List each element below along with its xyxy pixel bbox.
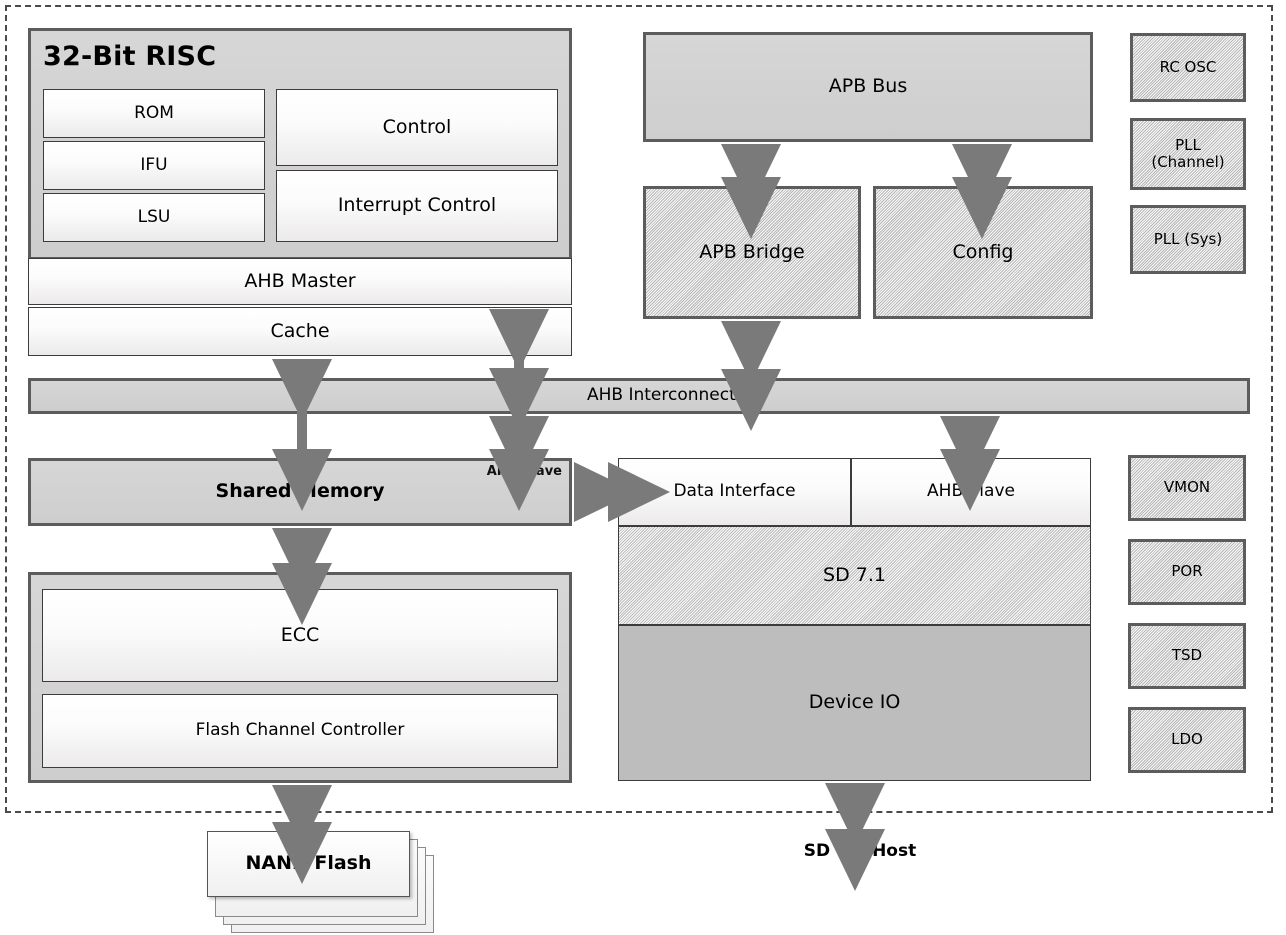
analog-block-por-label: POR [1171, 562, 1203, 581]
clock-block-rc-osc: RC OSC [1130, 33, 1246, 102]
flash-block-ecc-label: ECC [280, 623, 320, 646]
apb-config: Config [873, 186, 1093, 319]
shared-memory-block: Shared Memory AHB Slave [28, 458, 572, 526]
cpu-block-cache: Cache [28, 307, 572, 356]
analog-block-tsd: TSD [1128, 623, 1246, 689]
clock-block-pll-channel-label-line2: (Channel) [1151, 153, 1225, 171]
cpu-block-interrupt-control: Interrupt Control [276, 170, 558, 242]
ahb-interconnect-bar: AHB Interconnect [28, 378, 1250, 414]
ahb-interconnect-label: AHB Interconnect [587, 385, 736, 406]
sd-core-block: SD 7.1 [618, 526, 1091, 625]
cpu-block-rom-label: ROM [134, 102, 174, 123]
cpu-block-ahb-master: AHB Master [28, 258, 572, 305]
clock-block-pll-channel-label-line1: PLL [1175, 135, 1201, 154]
shared-memory-label: Shared Memory [215, 480, 385, 503]
sd-data-interface: Data Interface [618, 458, 851, 526]
apb-bridge: APB Bridge [643, 186, 861, 319]
cpu-block-cache-label: Cache [270, 319, 330, 342]
analog-block-ldo: LDO [1128, 707, 1246, 773]
apb-bridge-label: APB Bridge [699, 240, 805, 263]
sd-device-io-block: Device IO [618, 625, 1091, 781]
apb-config-label: Config [952, 240, 1014, 263]
flash-block-ecc: ECC [42, 589, 558, 682]
analog-block-tsd-label: TSD [1171, 646, 1203, 665]
cpu-block-control: Control [276, 89, 558, 166]
clock-block-pll-sys-label: PLL (Sys) [1153, 229, 1223, 248]
analog-block-ldo-label: LDO [1171, 730, 1203, 749]
cpu-block-rom: ROM [43, 89, 265, 138]
cpu-block-interrupt-control-label: Interrupt Control [337, 194, 497, 217]
nand-flash-card-1: NAND Flash [207, 831, 410, 897]
flash-block-channel-controller: Flash Channel Controller [42, 694, 558, 768]
sd-device-io-label: Device IO [808, 691, 901, 714]
flash-block-channel-controller-label: Flash Channel Controller [195, 720, 405, 741]
block-diagram-canvas: 32-Bit RISC ROM IFU LSU Control Interrup… [0, 0, 1286, 935]
nand-flash-label: NAND Flash [245, 852, 372, 875]
cpu-block-ifu-label: IFU [140, 154, 168, 175]
apb-bus: APB Bus [643, 32, 1093, 142]
apb-bus-label: APB Bus [828, 75, 908, 98]
analog-block-vmon: VMON [1128, 455, 1246, 521]
clock-block-pll-channel: PLL (Channel) [1130, 118, 1246, 190]
cpu-group-title: 32-Bit RISC [43, 41, 217, 72]
analog-block-vmon-label: VMON [1163, 478, 1211, 497]
cpu-block-lsu: LSU [43, 193, 265, 242]
cpu-block-ahb-master-label: AHB Master [244, 269, 356, 292]
sd-core-label: SD 7.1 [823, 563, 886, 586]
shared-memory-ahb-slave-tag: AHB Slave [486, 464, 562, 479]
cpu-block-control-label: Control [382, 115, 452, 138]
clock-block-pll-sys: PLL (Sys) [1130, 205, 1246, 274]
sd-ahb-slave-label: AHB Slave [927, 481, 1015, 502]
cpu-block-lsu-label: LSU [137, 206, 171, 227]
cpu-block-ifu: IFU [43, 141, 265, 190]
sd-host-label: SD 7.1 Host [803, 841, 917, 861]
sd-ahb-slave: AHB Slave [851, 458, 1091, 526]
analog-block-por: POR [1128, 539, 1246, 605]
clock-block-rc-osc-label: RC OSC [1159, 57, 1217, 76]
sd-data-interface-label: Data Interface [673, 481, 796, 502]
